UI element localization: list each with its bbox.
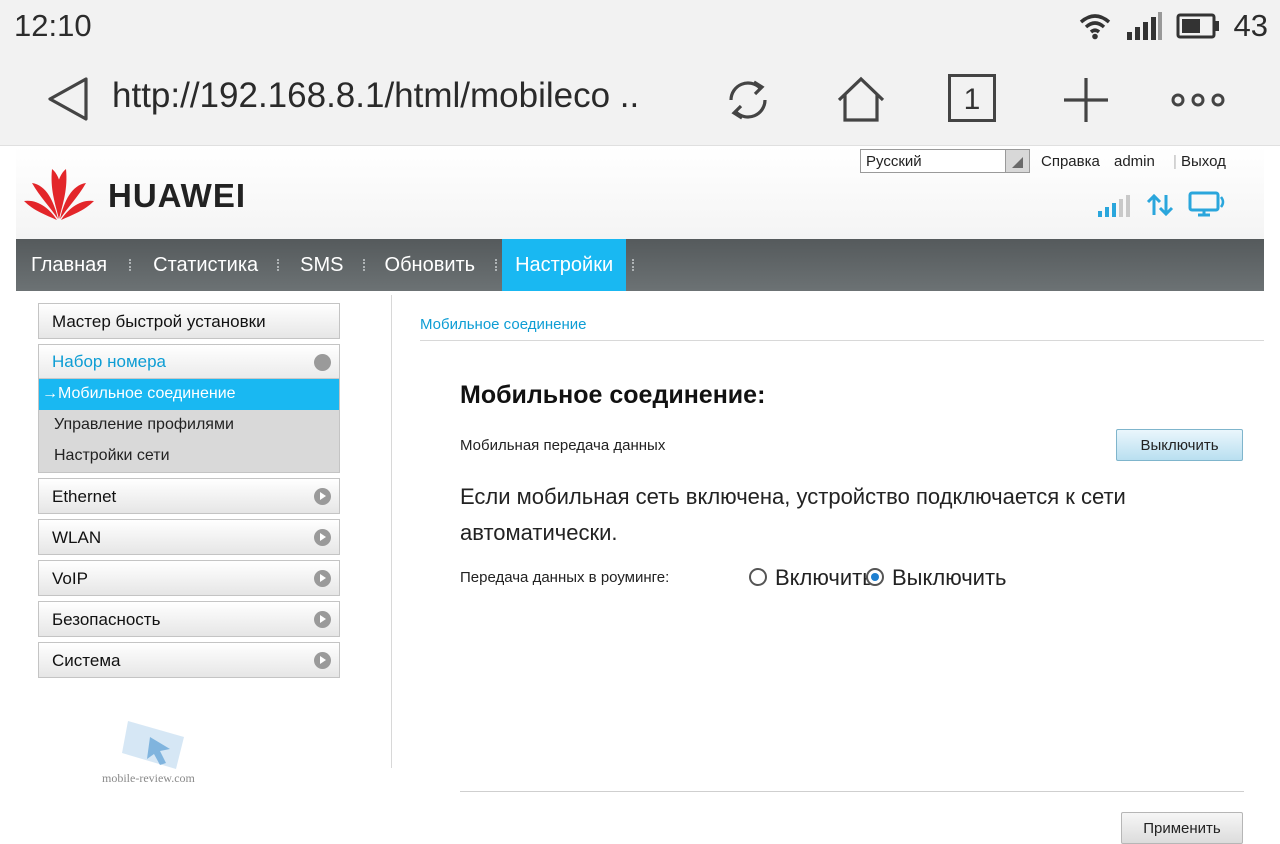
sidebar-item-quick-setup[interactable]: Мастер быстрой установки <box>38 303 340 339</box>
column-divider <box>391 295 392 768</box>
sidebar-item-profile-management[interactable]: Управление профилями <box>39 410 339 441</box>
sidebar-item-label: WLAN <box>52 528 102 547</box>
roaming-on-radio[interactable] <box>749 568 767 586</box>
roaming-label: Передача данных в роуминге: <box>460 569 670 586</box>
sidebar-item-dialup[interactable]: Набор номера <box>39 345 339 379</box>
chevron-right-icon <box>314 652 331 669</box>
more-menu-icon[interactable] <box>1170 74 1226 126</box>
sidebar-item-security[interactable]: Безопасность <box>38 601 340 637</box>
router-page: HUAWEI Русский Справка admin | Выход Гла… <box>0 147 1280 844</box>
tabs-button[interactable]: 1 <box>948 74 996 122</box>
sidebar-item-wlan[interactable]: WLAN <box>38 519 340 555</box>
sidebar-group-dialup: Набор номера →Мобильное соединение Управ… <box>38 344 340 473</box>
roaming-off-label[interactable]: Выключить <box>892 565 1007 591</box>
sidebar-item-label: Набор номера <box>52 352 166 371</box>
watermark-logo-icon <box>122 721 184 769</box>
address-bar[interactable]: http://192.168.8.1/html/mobileco .. <box>112 76 639 116</box>
status-time: 12:10 <box>14 8 92 43</box>
sidebar-item-system[interactable]: Система <box>38 642 340 678</box>
status-bar: 12:10 43 <box>0 0 1280 52</box>
nav-settings[interactable]: Настройки <box>502 239 627 291</box>
connection-pc-icon <box>1188 191 1225 217</box>
router-status-icons <box>1098 191 1228 217</box>
wifi-icon <box>1079 14 1110 40</box>
info-text: Если мобильная сеть включена, устройство… <box>460 484 1126 545</box>
nav-sms[interactable]: SMS <box>279 239 362 291</box>
home-icon[interactable] <box>835 74 887 126</box>
logout-link[interactable]: Выход <box>1181 153 1226 170</box>
sidebar-item-label: Ethernet <box>52 487 117 506</box>
sidebar-item-label: Система <box>52 651 121 670</box>
nav-home[interactable]: Главная <box>16 239 129 291</box>
sidebar-item-label: VoIP <box>52 569 88 588</box>
language-select[interactable]: Русский <box>860 149 1030 173</box>
nav-separator <box>495 259 498 271</box>
chevron-right-icon <box>314 488 331 505</box>
settings-sidebar: Мастер быстрой установки Набор номера →М… <box>38 303 340 683</box>
back-icon[interactable] <box>46 76 90 122</box>
sidebar-item-network-settings[interactable]: Настройки сети <box>39 441 339 472</box>
status-icons: 43 <box>1078 8 1268 44</box>
help-link[interactable]: Справка <box>1041 153 1100 170</box>
language-value: Русский <box>866 153 922 170</box>
sidebar-item-label: Безопасность <box>52 610 161 629</box>
battery-percent: 43 <box>1233 8 1268 43</box>
page-title: Мобильное соединение: <box>460 381 766 409</box>
breadcrumb: Мобильное соединение <box>420 303 1264 341</box>
apply-button[interactable]: Применить <box>1121 812 1243 844</box>
main-content: Мобильное соединение Мобильное соединени… <box>420 303 1264 844</box>
signal-strength-icon <box>1098 195 1130 217</box>
watermark-text: mobile-review.com <box>102 771 195 785</box>
chevron-right-icon <box>314 611 331 628</box>
chevron-down-icon <box>314 354 331 371</box>
roaming-off-radio[interactable] <box>866 568 884 586</box>
sidebar-item-voip[interactable]: VoIP <box>38 560 340 596</box>
watermark: mobile-review.com <box>102 717 212 787</box>
sidebar-item-mobile-connection[interactable]: →Мобильное соединение <box>39 379 339 410</box>
data-transfer-icon <box>1146 193 1174 217</box>
browser-toolbar: http://192.168.8.1/html/mobileco .. 1 <box>0 52 1280 146</box>
chevron-right-icon <box>314 529 331 546</box>
dropdown-arrow-icon <box>1005 150 1029 172</box>
new-tab-icon[interactable] <box>1060 74 1112 126</box>
nav-separator <box>632 259 635 271</box>
link-divider: | <box>1173 153 1177 170</box>
content-separator <box>460 791 1244 792</box>
roaming-on-label[interactable]: Включить <box>775 565 874 591</box>
cellular-signal-icon <box>1126 12 1162 40</box>
page-header: HUAWEI Русский Справка admin | Выход <box>16 147 1264 239</box>
user-link[interactable]: admin <box>1114 153 1155 170</box>
brand-name: HUAWEI <box>108 177 246 214</box>
reload-icon[interactable] <box>722 74 774 126</box>
battery-icon <box>1176 13 1219 39</box>
sidebar-item-ethernet[interactable]: Ethernet <box>38 478 340 514</box>
nav-update[interactable]: Обновить <box>365 239 496 291</box>
chevron-right-icon <box>314 570 331 587</box>
nav-statistics[interactable]: Статистика <box>131 239 277 291</box>
sidebar-item-label: Мастер быстрой установки <box>52 312 266 331</box>
huawei-logo <box>24 169 94 220</box>
main-nav: Главная Статистика SMS Обновить Настройк… <box>16 239 1264 291</box>
mobile-data-label: Мобильная передача данных <box>460 437 666 454</box>
mobile-data-toggle-button[interactable]: Выключить <box>1116 429 1243 461</box>
